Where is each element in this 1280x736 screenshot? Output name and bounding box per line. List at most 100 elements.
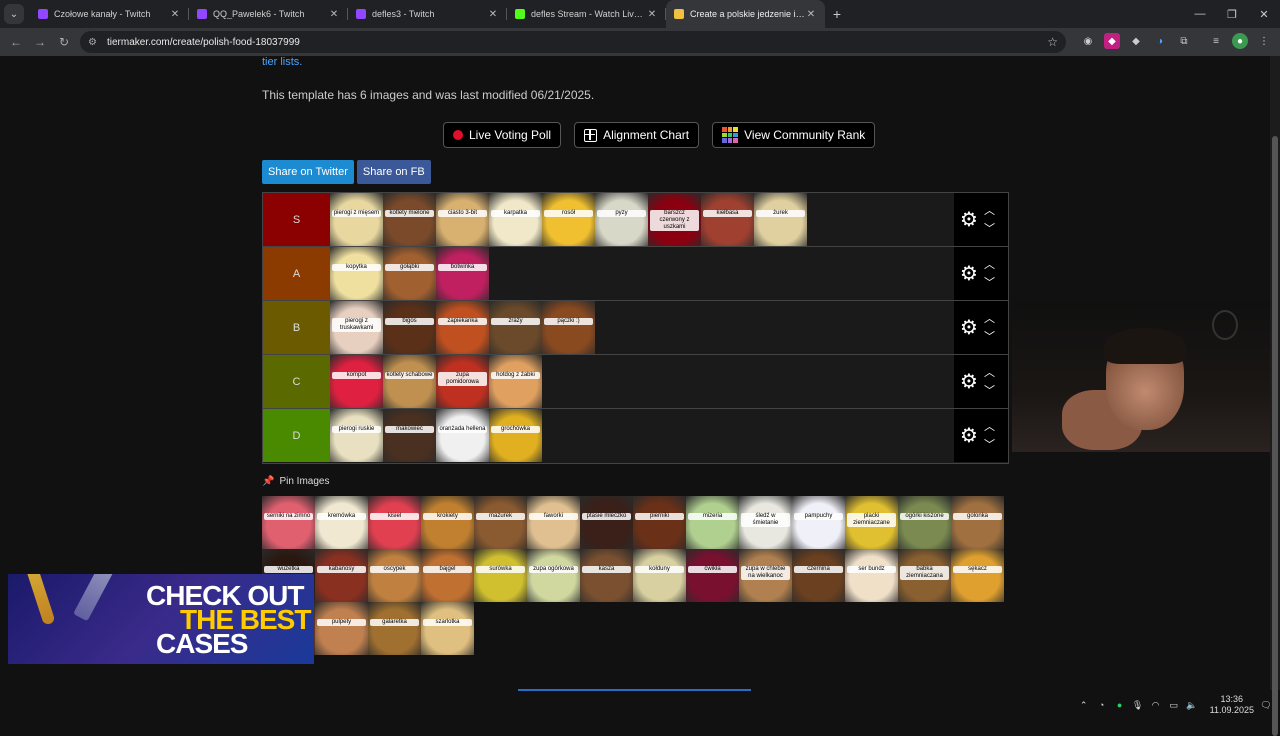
- pool-item-tile[interactable]: kisiel: [368, 496, 421, 549]
- pool-item-tile[interactable]: śledź w śmietanie: [739, 496, 792, 549]
- microphone-icon[interactable]: 🎙: [1132, 700, 1144, 711]
- pool-item-tile[interactable]: serniki na zimno: [262, 496, 315, 549]
- site-info-icon[interactable]: ⚙: [88, 37, 97, 48]
- tier-label[interactable]: B: [263, 301, 330, 354]
- scrollbar-thumb[interactable]: [1272, 136, 1278, 736]
- pool-item-tile[interactable]: sękacz: [951, 549, 1004, 602]
- pool-item-tile[interactable]: surówka: [474, 549, 527, 602]
- gear-icon[interactable]: ⚙: [956, 261, 982, 286]
- gear-icon[interactable]: ⚙: [956, 423, 982, 448]
- tab-close-icon[interactable]: ✕: [487, 9, 499, 20]
- pool-item-tile[interactable]: mazurek: [474, 496, 527, 549]
- minimize-button[interactable]: —: [1184, 0, 1216, 28]
- tier-item-tile[interactable]: botwinka: [436, 247, 489, 300]
- tier-item-tile[interactable]: zapiekanka: [436, 301, 489, 354]
- tier-item-tile[interactable]: zupa pomidorowa: [436, 355, 489, 408]
- signal-extension-icon[interactable]: ◑: [1152, 33, 1168, 49]
- restore-button[interactable]: ❐: [1216, 0, 1248, 28]
- chevron-up-icon[interactable]: ︿: [984, 202, 995, 220]
- tier-item-tile[interactable]: kiełbasa: [701, 193, 754, 246]
- pool-item-tile[interactable]: zupa w chlebie na wielkanoc: [739, 549, 792, 602]
- speaker-icon[interactable]: 🔈: [1186, 700, 1198, 711]
- tier-label[interactable]: A: [263, 247, 330, 300]
- pool-item-tile[interactable]: czernina: [792, 549, 845, 602]
- tab-close-icon[interactable]: ✕: [328, 9, 340, 20]
- notification-icon[interactable]: 🗨: [1260, 700, 1272, 711]
- chevron-down-icon[interactable]: ﹀: [984, 382, 995, 400]
- tab-close-icon[interactable]: ✕: [805, 9, 817, 20]
- kebab-menu-icon[interactable]: ⋮: [1256, 33, 1272, 49]
- diamond-extension-icon[interactable]: ◆: [1128, 33, 1144, 49]
- gear-icon[interactable]: ⚙: [956, 207, 982, 232]
- profile-avatar[interactable]: ●: [1232, 33, 1248, 49]
- pool-item-tile[interactable]: kabanosy: [315, 549, 368, 602]
- alignment-chart-button[interactable]: Alignment Chart: [574, 122, 700, 148]
- tier-item-tile[interactable]: pierogi z truskawkami: [330, 301, 383, 354]
- pool-item-tile[interactable]: pampuchy: [792, 496, 845, 549]
- tier-item-tile[interactable]: makowiec: [383, 409, 436, 462]
- pool-item-tile[interactable]: kasza: [580, 549, 633, 602]
- tier-item-tile[interactable]: kotlety mielone: [383, 193, 436, 246]
- tier-item-tile[interactable]: pyzy: [595, 193, 648, 246]
- clock[interactable]: 13:36 11.09.2025: [1210, 694, 1254, 716]
- chevron-up-icon[interactable]: ︿: [984, 364, 995, 382]
- status-dot-icon[interactable]: ●: [1114, 700, 1126, 710]
- tab-close-icon[interactable]: ✕: [169, 9, 181, 20]
- pool-item-tile[interactable]: placki ziemniaczane: [845, 496, 898, 549]
- tier-item-tile[interactable]: barszcz czerwony z uszkami: [648, 193, 701, 246]
- share-fb-button[interactable]: Share on FB: [356, 160, 431, 184]
- browser-tab[interactable]: Czołowe kanały - Twitch ✕: [30, 0, 189, 28]
- pool-item-tile[interactable]: pierniki: [633, 496, 686, 549]
- puzzle-icon[interactable]: ⧉: [1176, 33, 1192, 49]
- chevron-down-icon[interactable]: ﹀: [984, 436, 995, 454]
- tier-item-tile[interactable]: kopytka: [330, 247, 383, 300]
- chevron-up-icon[interactable]: ⌃: [1078, 700, 1090, 711]
- tier-item-tile[interactable]: żurek: [754, 193, 807, 246]
- tier-item-tile[interactable]: pączki :): [542, 301, 595, 354]
- tier-lists-link[interactable]: tier lists.: [262, 56, 302, 68]
- close-window-button[interactable]: ✕: [1248, 0, 1280, 28]
- pool-item-tile[interactable]: kołduny: [633, 549, 686, 602]
- pool-item-tile[interactable]: krokiety: [421, 496, 474, 549]
- tab-list-icon[interactable]: ≡: [1208, 33, 1224, 49]
- chevron-up-icon[interactable]: ︿: [984, 418, 995, 436]
- pool-item-tile[interactable]: pulpety: [315, 602, 368, 655]
- incognito-extension-icon[interactable]: ◉: [1080, 33, 1096, 49]
- reload-button[interactable]: ↻: [52, 30, 76, 54]
- tier-item-tile[interactable]: gołąbki: [383, 247, 436, 300]
- page-scrollbar[interactable]: [1270, 56, 1280, 736]
- chevron-down-icon[interactable]: ﹀: [984, 274, 995, 292]
- pool-item-tile[interactable]: ćwikła: [686, 549, 739, 602]
- tier-item-tile[interactable]: kotlety schabowe: [383, 355, 436, 408]
- forward-button[interactable]: →: [28, 30, 52, 54]
- tier-item-tile[interactable]: pierogi z mięsem: [330, 193, 383, 246]
- tier-label[interactable]: C: [263, 355, 330, 408]
- tier-item-tile[interactable]: grochówka: [489, 409, 542, 462]
- browser-tab[interactable]: Create a polskie jedzenie i napoje✕: [666, 0, 825, 28]
- tier-item-tile[interactable]: oranżada hellena: [436, 409, 489, 462]
- new-tab-button[interactable]: +: [825, 0, 849, 28]
- browser-tab[interactable]: defles3 - Twitch ✕: [348, 0, 507, 28]
- share-twitter-button[interactable]: Share on Twitter: [262, 160, 354, 184]
- tier-item-tile[interactable]: kompot: [330, 355, 383, 408]
- chevron-up-icon[interactable]: ︿: [984, 310, 995, 328]
- address-bar[interactable]: ⚙ tiermaker.com/create/polish-food-18037…: [80, 31, 1066, 53]
- tier-label[interactable]: S: [263, 193, 330, 246]
- pool-item-tile[interactable]: oscypek: [368, 549, 421, 602]
- community-rank-button[interactable]: View Community Rank: [712, 122, 876, 148]
- pool-item-tile[interactable]: ser bundz: [845, 549, 898, 602]
- cases-ad-banner[interactable]: CHECK OUT THE BEST CASES: [8, 574, 314, 664]
- pool-item-tile[interactable]: golonka: [951, 496, 1004, 549]
- gear-icon[interactable]: ⚙: [956, 315, 982, 340]
- tier-item-tile[interactable]: hotdog z żabki: [489, 355, 542, 408]
- live-voting-button[interactable]: Live Voting Poll: [443, 122, 562, 148]
- pool-item-tile[interactable]: zupa ogórkowa: [527, 549, 580, 602]
- gear-icon[interactable]: ⚙: [956, 369, 982, 394]
- bookmark-star-icon[interactable]: ☆: [1047, 35, 1058, 49]
- pool-item-tile[interactable]: ptasie mleczko: [580, 496, 633, 549]
- wifi-icon[interactable]: ◠: [1150, 700, 1162, 711]
- pool-item-tile[interactable]: mizeria: [686, 496, 739, 549]
- pool-item-tile[interactable]: galaretka: [368, 602, 421, 655]
- shield-extension-icon[interactable]: ◆: [1104, 33, 1120, 49]
- browser-tab[interactable]: QQ_Pawelek6 - Twitch ✕: [189, 0, 348, 28]
